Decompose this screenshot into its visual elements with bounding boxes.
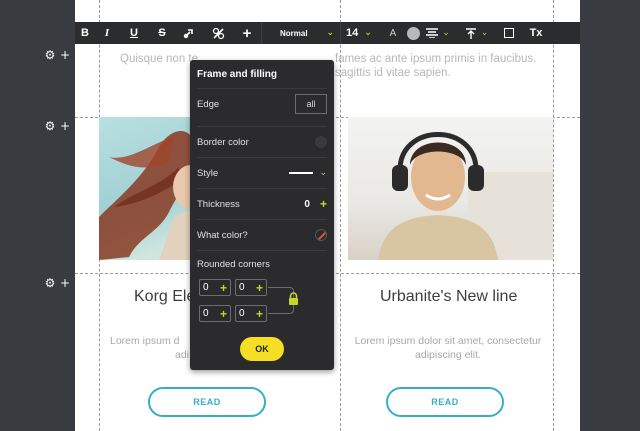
row-controls-1: ⚙ + bbox=[44, 49, 71, 61]
corner-top-right-input[interactable]: 0 + bbox=[235, 279, 267, 296]
corner-bottom-right-increment[interactable]: + bbox=[256, 307, 263, 321]
chevron-down-icon: ⌄ bbox=[442, 28, 450, 38]
corner-top-left-increment[interactable]: + bbox=[220, 281, 227, 295]
edge-select[interactable]: all bbox=[295, 94, 327, 114]
chevron-down-icon: ⌄ bbox=[364, 28, 372, 38]
border-color-swatch[interactable] bbox=[315, 136, 327, 148]
row-controls-3: ⚙ + bbox=[44, 277, 71, 289]
corner-bottom-right-input[interactable]: 0 + bbox=[235, 305, 267, 322]
what-color-label: What color? bbox=[197, 229, 248, 241]
font-size-value: 14 bbox=[346, 27, 359, 39]
font-size-select[interactable]: 14 ⌄ bbox=[341, 22, 383, 44]
strikethrough-button[interactable]: S bbox=[149, 22, 175, 44]
frame-and-filling-panel: Frame and filling Edge all Border color … bbox=[190, 60, 334, 370]
plus-icon[interactable]: + bbox=[59, 120, 71, 132]
corner-top-right-increment[interactable]: + bbox=[256, 281, 263, 295]
align-icon[interactable]: ⌄ bbox=[423, 22, 453, 44]
row-controls-2: ⚙ + bbox=[44, 120, 71, 132]
italic-button[interactable]: I bbox=[95, 22, 119, 44]
font-color-icon[interactable]: A bbox=[383, 22, 403, 44]
solid-line-icon bbox=[289, 172, 314, 174]
edge-row: Edge all bbox=[197, 88, 327, 119]
clear-format-button[interactable]: Tx bbox=[523, 22, 549, 44]
read-button-korg[interactable]: READ bbox=[148, 387, 266, 417]
ok-button[interactable]: OK bbox=[240, 337, 284, 361]
text-formatting-toolbar: B I U S + Normal ⌄ 14 ⌄ A ⌄ ⌄ Tx bbox=[75, 22, 580, 44]
paragraph-style-value: Normal bbox=[280, 28, 308, 38]
chevron-down-icon: ⌄ bbox=[326, 28, 334, 38]
intro-text-right-2: sagittis id vitae sapien. bbox=[335, 67, 451, 79]
no-color-swatch[interactable] bbox=[315, 229, 327, 241]
column-guide bbox=[553, 0, 554, 431]
edge-value: all bbox=[306, 99, 316, 109]
corner-bottom-left-value: 0 bbox=[203, 308, 209, 319]
thickness-value[interactable]: 0 bbox=[304, 199, 310, 210]
corner-bottom-left-input[interactable]: 0 + bbox=[199, 305, 231, 322]
border-color-label: Border color bbox=[197, 136, 249, 148]
style-label: Style bbox=[197, 167, 219, 179]
corner-bottom-left-increment[interactable]: + bbox=[220, 307, 227, 321]
plus-icon[interactable]: + bbox=[59, 49, 71, 61]
plus-icon[interactable]: + bbox=[59, 277, 71, 289]
thickness-increment-button[interactable]: + bbox=[320, 197, 327, 211]
style-row: Style ⌄ bbox=[197, 157, 327, 188]
style-select[interactable]: ⌄ bbox=[289, 168, 327, 178]
frame-border-icon[interactable] bbox=[495, 22, 523, 44]
card-desc-urbanite-2: adipiscing elit. bbox=[415, 349, 481, 361]
read-button-urbanite[interactable]: READ bbox=[386, 387, 504, 417]
underline-button[interactable]: U bbox=[119, 22, 149, 44]
what-color-row: What color? bbox=[197, 219, 327, 250]
link-icon[interactable] bbox=[175, 22, 203, 44]
corner-top-right-value: 0 bbox=[239, 282, 245, 293]
border-color-row: Border color bbox=[197, 126, 327, 157]
paragraph-style-select[interactable]: Normal ⌄ bbox=[262, 22, 340, 44]
corner-top-left-value: 0 bbox=[203, 282, 209, 293]
lock-icon[interactable] bbox=[288, 292, 299, 310]
card-desc-korg-1: Lorem ipsum d bbox=[110, 335, 180, 347]
card-title-korg: Korg Ele bbox=[134, 288, 196, 305]
gear-icon[interactable]: ⚙ bbox=[44, 277, 56, 289]
chevron-down-icon: ⌄ bbox=[480, 28, 489, 38]
intro-text-left: Quisque non te bbox=[120, 53, 199, 65]
card-desc-urbanite-1: Lorem ipsum dolor sit amet, consectetur bbox=[354, 335, 542, 347]
corner-top-left-input[interactable]: 0 + bbox=[199, 279, 231, 296]
unlink-icon[interactable] bbox=[203, 22, 233, 44]
card-desc-korg-2: adi bbox=[175, 349, 190, 361]
rounded-corners-label: Rounded corners bbox=[197, 259, 270, 270]
color-swatch[interactable] bbox=[403, 22, 423, 44]
photo-man-headphones[interactable] bbox=[348, 117, 553, 260]
thickness-row: Thickness 0 + bbox=[197, 188, 327, 219]
edge-label: Edge bbox=[197, 98, 220, 110]
insert-plus-icon[interactable]: + bbox=[233, 22, 261, 44]
intro-text-right: fames ac ante ipsum primis in faucibus. bbox=[335, 53, 537, 65]
chevron-down-icon: ⌄ bbox=[319, 168, 327, 178]
thickness-label: Thickness bbox=[197, 198, 240, 210]
bold-button[interactable]: B bbox=[75, 22, 95, 44]
corner-bottom-right-value: 0 bbox=[239, 308, 245, 319]
card-title-urbanite: Urbanite's New line bbox=[380, 288, 518, 305]
vertical-align-icon[interactable]: ⌄ bbox=[459, 22, 495, 44]
gear-icon[interactable]: ⚙ bbox=[44, 49, 56, 61]
gear-icon[interactable]: ⚙ bbox=[44, 120, 56, 132]
panel-title: Frame and filling bbox=[197, 68, 278, 80]
rounded-corners-row: Rounded corners bbox=[197, 250, 327, 274]
